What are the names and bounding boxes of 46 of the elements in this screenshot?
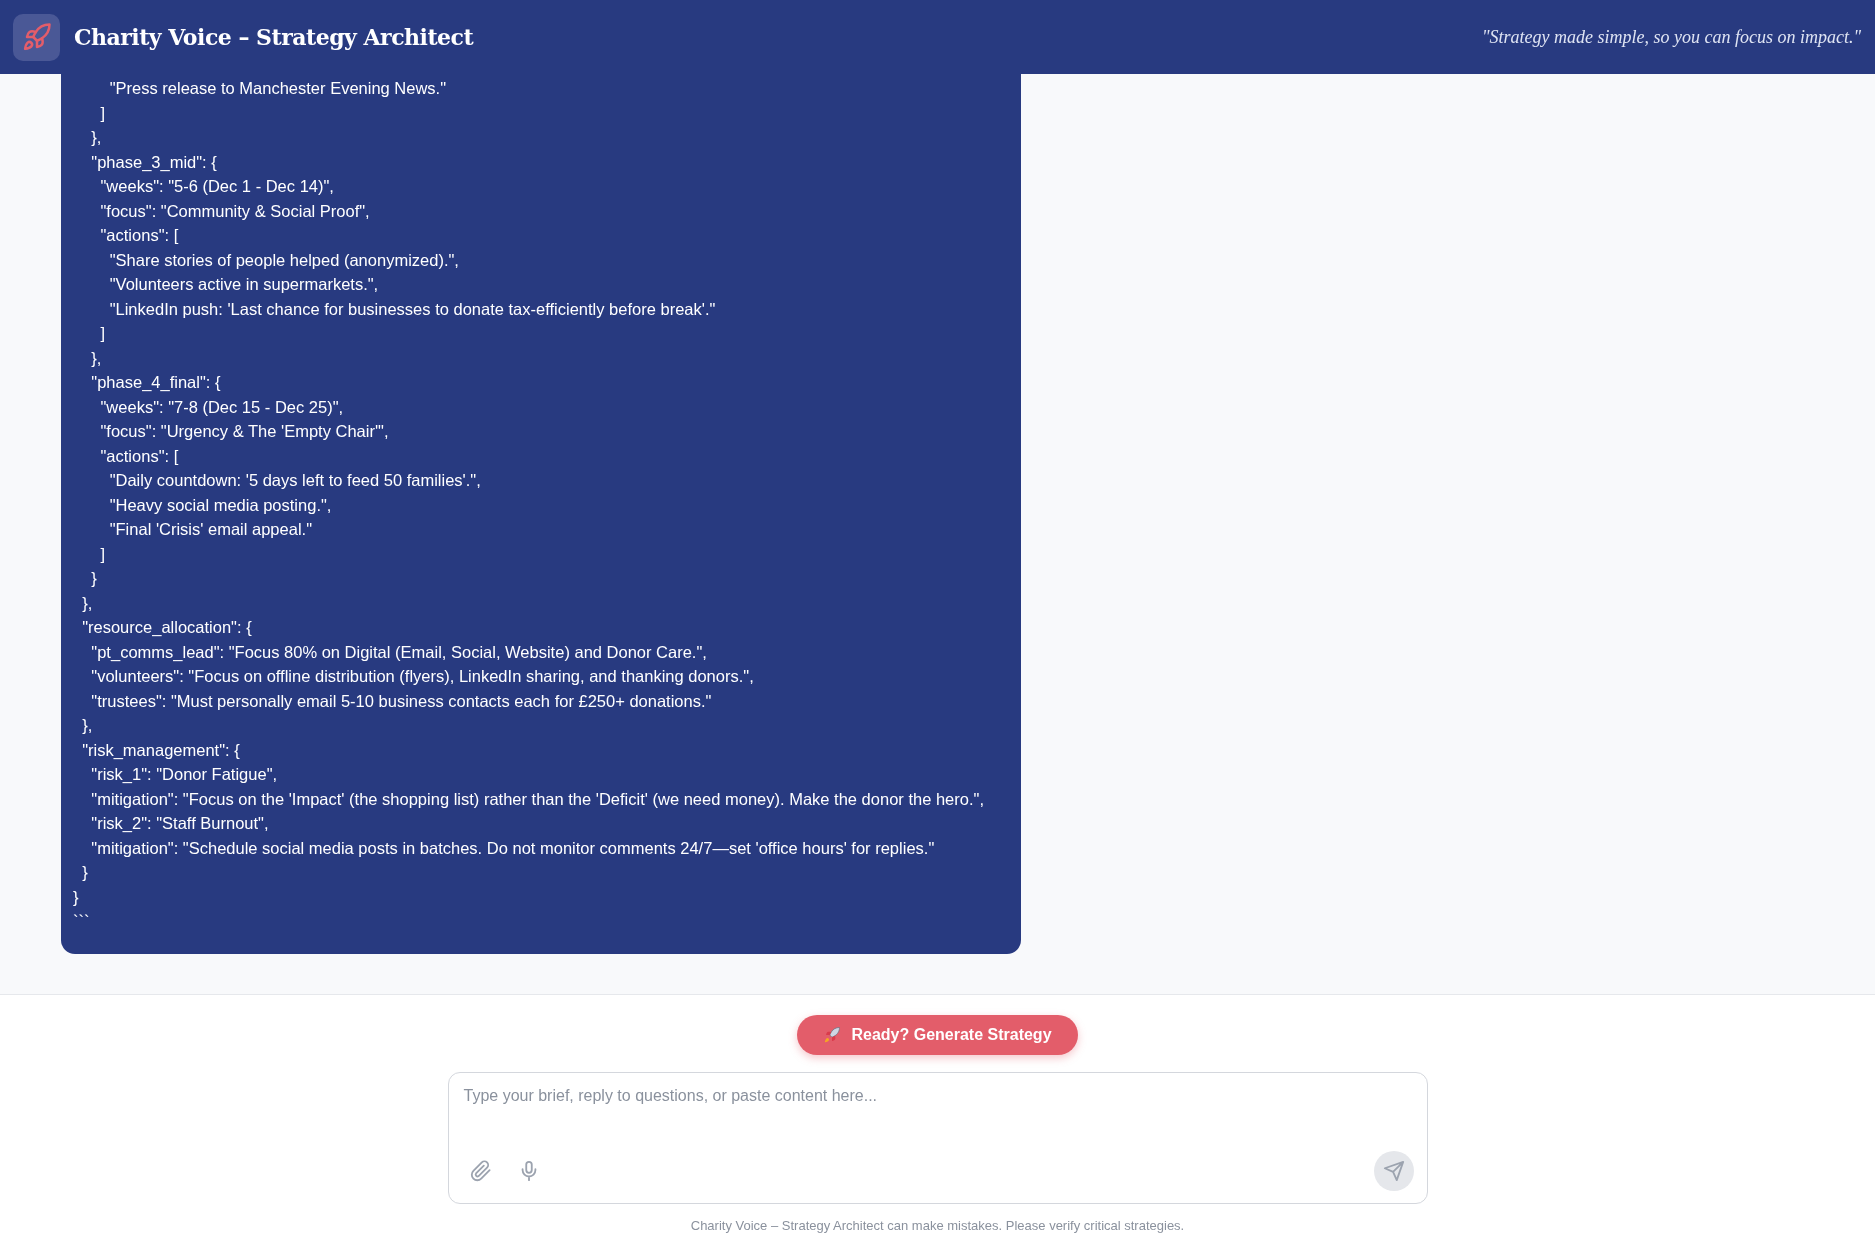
- code-line: "Daily countdown: '5 days left to feed 50 families'.",: [108, 470, 482, 491]
- paperclip-icon[interactable]: [469, 1160, 492, 1182]
- code-line: "pt_comms_lead": "Focus 80% on Digital (Email, Social, Website) and Donor Care.",: [90, 641, 708, 663]
- generate-strategy-button[interactable]: Ready? Generate Strategy: [797, 1015, 1078, 1055]
- code-line: ]: [99, 102, 107, 124]
- message-input[interactable]: Type your brief, reply to questions, or paste content here...: [461, 1085, 1414, 1151]
- code-line: "actions": [: [99, 445, 180, 467]
- code-line: "phase_4_final": {: [90, 372, 222, 393]
- code-line: },: [81, 715, 94, 736]
- code-line: ```: [73, 911, 91, 932]
- code-line: "Heavy social media posting.",: [108, 494, 333, 516]
- code-line: "weeks": "5-6 (Dec 1 - Dec 14)",: [99, 176, 335, 197]
- code-line: "Press release to Manchester Evening News.": [108, 78, 448, 99]
- code-line: }: [73, 886, 80, 908]
- code-line: "risk_2": "Staff Burnout",: [90, 813, 270, 834]
- app-title: Charity Voice – Strategy Architect: [74, 24, 474, 50]
- code-line: "Volunteers active in supermarkets.",: [108, 274, 380, 295]
- send-button[interactable]: [1373, 1151, 1414, 1191]
- send-icon: [1382, 1160, 1405, 1182]
- code-line: "weeks": "7-8 (Dec 15 - Dec 25)",: [99, 396, 345, 418]
- disclaimer-text: Charity Voice – Strategy Architect can make mistakes. Please verify critical strategies.: [690, 1218, 1185, 1233]
- code-line: }: [81, 862, 89, 883]
- code-line: "mitigation": "Schedule social media posts in batches. Do not monitor comments 24/7—set 'office hours' for replies.": [90, 837, 936, 859]
- code-line: "focus": "Urgency & The 'Empty Chair'",: [99, 421, 390, 442]
- rocket-icon: [13, 13, 60, 61]
- code-line: ]: [99, 543, 107, 565]
- code-line: },: [90, 347, 103, 369]
- code-line: "risk_1": "Donor Fatigue",: [90, 764, 279, 785]
- code-line: "mitigation": "Focus on the 'Impact' (the shopping list) rather than the 'Deficit' (we need money). Make the donor the hero.",: [90, 788, 985, 810]
- code-line: "resource_allocation": {: [81, 617, 253, 638]
- code-line: },: [90, 127, 103, 148]
- tagline: "Strategy made simple, so you can focus on impact.": [1481, 26, 1861, 48]
- code-line: "phase_3_mid": {: [90, 151, 218, 173]
- code-line: "actions": [: [99, 225, 180, 246]
- code-line: },: [81, 592, 94, 614]
- code-line: "risk_management": {: [81, 739, 241, 761]
- rocket-icon: [823, 1026, 842, 1044]
- code-line: "Share stories of people helped (anonymized).",: [108, 249, 460, 271]
- code-line: }: [90, 568, 98, 589]
- message-composer[interactable]: Type your brief, reply to questions, or paste content here...: [447, 1072, 1428, 1204]
- code-line: "trustees": "Must personally email 5-10 business contacts each for £250+ donations.": [90, 690, 713, 712]
- code-line: "focus": "Community & Social Proof",: [99, 200, 371, 222]
- code-line: "volunteers": "Focus on offline distribution (flyers), LinkedIn sharing, and thanking donors.",: [90, 666, 755, 687]
- code-line: ]: [99, 323, 107, 344]
- code-line: "Final 'Crisis' email appeal.": [108, 519, 313, 540]
- code-line: "LinkedIn push: 'Last chance for businesses to donate tax-efficiently before break'.": [108, 298, 717, 320]
